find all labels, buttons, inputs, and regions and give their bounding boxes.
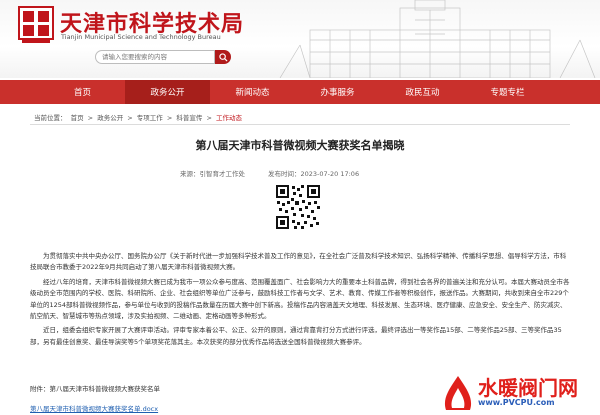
- breadcrumb-label: 当前位置：: [34, 114, 67, 122]
- attachment-link[interactable]: 第八届天津市科普微视频大赛获奖名单.docx: [30, 403, 158, 413]
- breadcrumb-separator: >: [206, 114, 212, 122]
- article-paragraph: 为贯彻落实中共中央办公厅、国务院办公厅《关于新时代进一步加强科学技术普及工作的意…: [30, 252, 567, 272]
- nav-item-government-affairs[interactable]: 政务公开: [125, 80, 210, 104]
- breadcrumb-separator: >: [166, 114, 173, 122]
- attachment-label: 附件：第八届天津市科普微视频大赛获奖名单: [30, 385, 160, 393]
- article-body: 为贯彻落实中共中央办公厅、国务院办公厅《关于新时代进一步加强科学技术普及工作的意…: [30, 251, 570, 351]
- nav-item-news[interactable]: 新闻动态: [210, 80, 295, 104]
- breadcrumb-government-affairs[interactable]: 政务公开: [97, 114, 123, 122]
- breadcrumb-home[interactable]: 首页: [71, 114, 84, 122]
- nav-item-special-topics[interactable]: 专题专栏: [465, 80, 550, 104]
- breadcrumb-science-publicity[interactable]: 科普宣传: [176, 114, 202, 122]
- site-subtitle: Tianjin Municipal Science and Technology…: [61, 33, 221, 41]
- main-nav: 首页 政务公开 新闻动态 办事服务 政民互动 专题专栏: [0, 80, 600, 104]
- article-date: 发布时间：2023-07-20 17:06: [268, 170, 360, 178]
- search-icon: [218, 52, 228, 62]
- breadcrumb-separator: >: [87, 114, 94, 122]
- nav-item-home[interactable]: 首页: [40, 80, 125, 104]
- breadcrumb-special-work[interactable]: 专项工作: [137, 114, 163, 122]
- divider: [30, 124, 570, 125]
- search-input[interactable]: [95, 50, 215, 64]
- breadcrumb-separator: >: [127, 114, 133, 122]
- bureau-seal-logo: [18, 6, 54, 43]
- watermark-brand: 水暖阀门网: [478, 376, 578, 400]
- breadcrumb-work-news[interactable]: 工作动态: [216, 114, 242, 122]
- nav-item-interaction[interactable]: 政民互动: [380, 80, 465, 104]
- breadcrumb: 当前位置： 首页 > 政务公开 > 专项工作 > 科普宣传 > 工作动态: [34, 112, 244, 122]
- article-paragraph: 经过八年的培育，天津市科普微视频大赛已成为我市一项公众参与度高、范围覆盖面广、社…: [30, 277, 570, 321]
- article-source: 来源：引智育才工作处: [180, 170, 245, 178]
- nav-item-services[interactable]: 办事服务: [295, 80, 380, 104]
- watermark-url: www.PVCPU.com: [478, 398, 555, 407]
- qr-code: [275, 184, 321, 230]
- site-header: 天津市科学技术局 Tianjin Municipal Science and T…: [0, 0, 600, 78]
- search-button[interactable]: [215, 50, 231, 64]
- article-title: 第八届天津市科普微视频大赛获奖名单揭晓: [195, 139, 405, 152]
- building-illustration: [279, 0, 596, 78]
- article-paragraph: 近日，组委会组织专家开展了大赛评审活动。评审专家本着公平、公正、公开的原则，通过…: [30, 326, 562, 346]
